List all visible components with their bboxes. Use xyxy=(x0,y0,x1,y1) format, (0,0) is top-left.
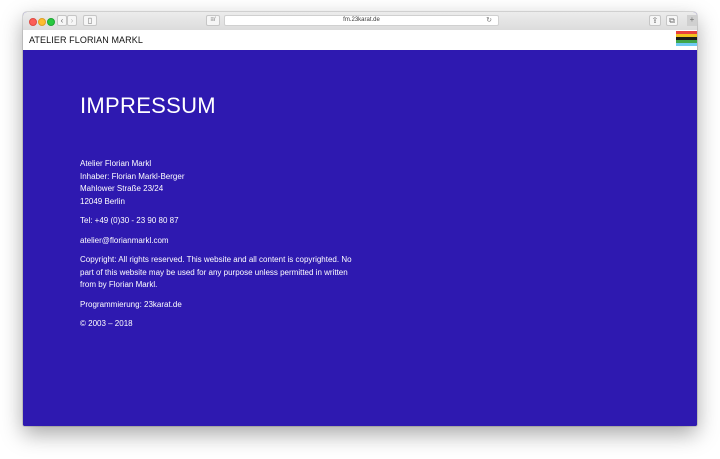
programming-credit: Programmierung: 23karat.de xyxy=(80,299,182,309)
copyright-text: Copyright: All rights reserved. This web… xyxy=(80,254,370,292)
url-text: fm.23karat.de xyxy=(343,17,380,23)
close-window-button[interactable] xyxy=(29,18,37,26)
address-line: Mahlower Straße 23/24 xyxy=(80,184,164,193)
address-bar[interactable]: fm.23karat.de ↻ xyxy=(224,15,499,26)
address-block: Atelier Florian Markl Inhaber: Florian M… xyxy=(80,158,370,208)
share-icon[interactable]: ⇪ xyxy=(649,15,661,26)
copyright-line: part of this website may be used for any… xyxy=(80,267,348,277)
main-content: IMPRESSUM Atelier Florian Markl Inhaber:… xyxy=(23,50,697,426)
browser-toolbar: ‹ › ▯ ≡/ fm.23karat.de ↻ ⇪ ⧉ + xyxy=(23,12,697,31)
copyright-line: Copyright: All rights reserved. This web… xyxy=(80,255,352,264)
copyright-years: © 2003 – 2018 xyxy=(80,319,133,328)
forward-arrow-icon[interactable]: › xyxy=(67,15,77,26)
back-arrow-icon[interactable]: ‹ xyxy=(57,15,67,26)
address-line: Atelier Florian Markl xyxy=(80,159,152,168)
maximize-window-button[interactable] xyxy=(47,18,55,26)
reload-icon[interactable]: ↻ xyxy=(486,16,492,25)
tabs-overview-icon[interactable]: ⧉ xyxy=(666,15,678,26)
menu-stripes-icon[interactable] xyxy=(676,30,697,50)
minimize-window-button[interactable] xyxy=(38,18,46,26)
email-link[interactable]: atelier@florianmarkl.com xyxy=(80,235,370,248)
sidebar-toggle-icon[interactable]: ▯ xyxy=(83,15,97,26)
page-title: IMPRESSUM xyxy=(80,93,216,118)
address-line: Inhaber: Florian Markl-Berger xyxy=(80,171,185,181)
copyright-line: from by Florian Markl. xyxy=(80,280,158,289)
address-line: 12049 Berlin xyxy=(80,196,125,206)
menu-stripe-blue xyxy=(676,43,697,46)
reader-view-icon[interactable]: ≡/ xyxy=(206,15,220,26)
site-header: ATELIER FLORIAN MARKL xyxy=(23,30,697,50)
phone-text: Tel: +49 (0)30 - 23 90 80 87 xyxy=(80,216,179,225)
site-brand[interactable]: ATELIER FLORIAN MARKL xyxy=(29,30,143,50)
browser-window: ‹ › ▯ ≡/ fm.23karat.de ↻ ⇪ ⧉ + ATELIER F… xyxy=(23,12,697,426)
new-tab-icon[interactable]: + xyxy=(687,15,697,26)
imprint-info: Atelier Florian Markl Inhaber: Florian M… xyxy=(80,158,370,338)
